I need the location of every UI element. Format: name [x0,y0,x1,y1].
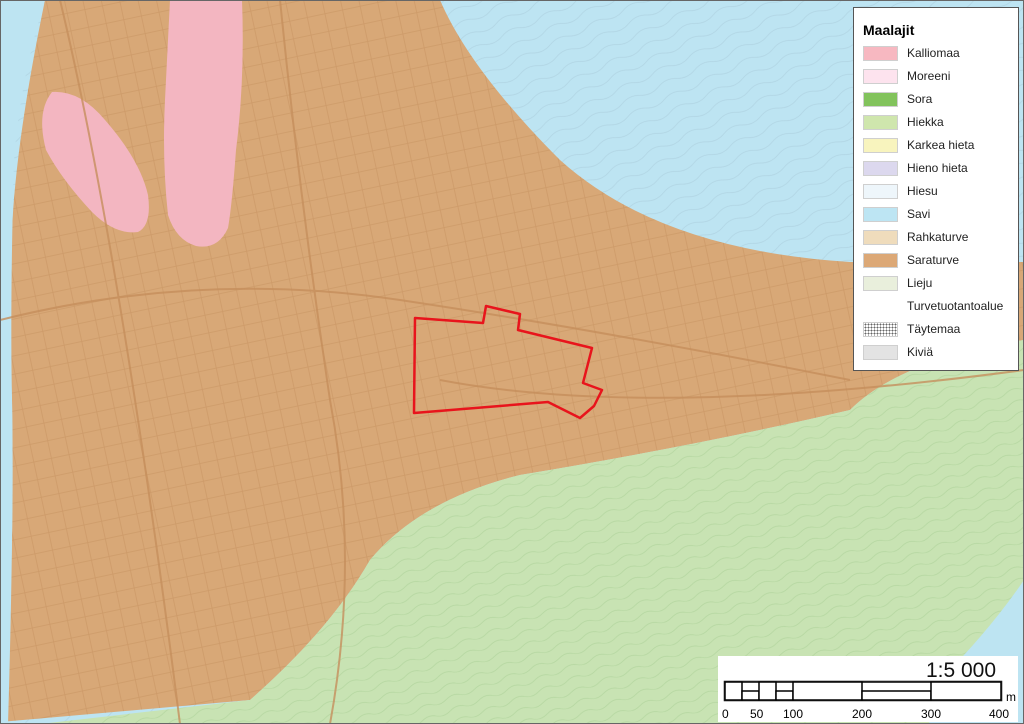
scale-tick: 300 [921,707,942,721]
legend-label: Lieju [907,276,933,290]
legend-swatch [863,138,898,153]
legend-item-moreeni: Moreeni [863,69,1013,85]
legend-swatch [863,207,898,222]
scale-bar: 1:5 000 0 50 100 200 300 400 m [718,656,1018,722]
legend-label: Hiesu [907,184,938,198]
legend-label: Hiekka [907,115,944,129]
legend-swatch [863,322,898,337]
legend-swatch [863,115,898,130]
legend-swatch [863,184,898,199]
legend-label: Karkea hieta [907,138,975,152]
legend-swatch [863,345,898,360]
legend-label: Saraturve [907,253,960,267]
scale-tick: 0 [722,707,729,721]
scale-tick: 50 [750,707,764,721]
legend-panel: Maalajit Kalliomaa Moreeni Sora Hiekka K… [853,7,1019,371]
legend-swatch [863,46,898,61]
legend-swatch [863,161,898,176]
legend-item-turvetuotantoalue: Turvetuotantoalue [863,299,1013,315]
scale-tick: 400 [989,707,1010,721]
legend-swatch [863,253,898,268]
scale-tick: 200 [852,707,873,721]
legend-swatch [863,276,898,291]
legend-item-rahkaturve: Rahkaturve [863,230,1013,246]
legend-item-hiekka: Hiekka [863,115,1013,131]
legend-swatch [863,69,898,84]
scale-tick: 100 [783,707,804,721]
legend-item-saraturve: Saraturve [863,253,1013,269]
legend-item-kalliomaa: Kalliomaa [863,46,1013,62]
legend-label: Rahkaturve [907,230,969,244]
legend-item-karkea-hieta: Karkea hieta [863,138,1013,154]
legend-label: Moreeni [907,69,951,83]
legend-item-kivia: Kiviä [863,345,1013,361]
legend-swatch [863,299,898,314]
legend-label: Turvetuotantoalue [907,299,1004,313]
legend-label: Hieno hieta [907,161,968,175]
legend-label: Savi [907,207,931,221]
legend-swatch [863,230,898,245]
legend-swatch [863,92,898,107]
legend-label: Sora [907,92,933,106]
scale-unit: m [1006,690,1016,704]
legend-label: Kiviä [907,345,934,359]
legend-item-lieju: Lieju [863,276,1013,292]
legend-label: Kalliomaa [907,46,960,60]
legend-label: Täytemaa [907,322,961,336]
legend-item-taytemaa: Täytemaa [863,322,1013,338]
legend-title: Maalajit [863,22,915,38]
soil-map: Maalajit Kalliomaa Moreeni Sora Hiekka K… [0,0,1024,724]
legend-item-savi: Savi [863,207,1013,223]
legend-item-sora: Sora [863,92,1013,108]
legend-item-hieno-hieta: Hieno hieta [863,161,1013,177]
legend-item-hiesu: Hiesu [863,184,1013,200]
